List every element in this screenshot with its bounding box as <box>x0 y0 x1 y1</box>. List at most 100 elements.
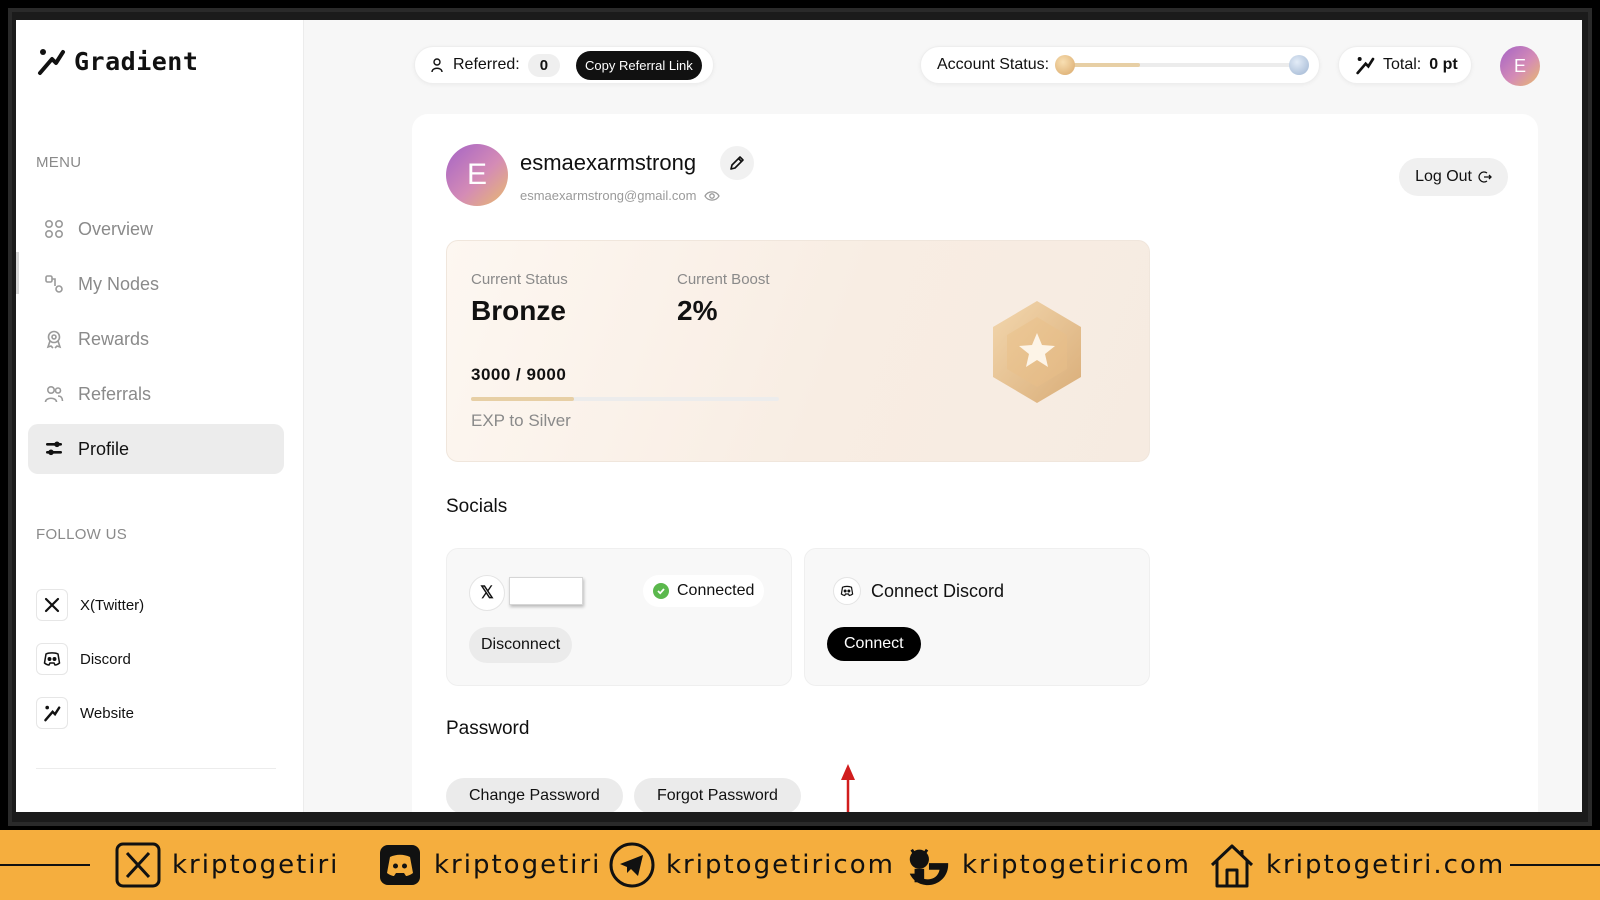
sliders-icon <box>44 439 64 459</box>
current-boost-value: 2% <box>677 295 718 326</box>
profile-card: E esmaexarmstrong esmaexarmstrong@gmail.… <box>412 114 1538 812</box>
profile-avatar: E <box>446 144 508 206</box>
log-out-label: Log Out <box>1415 168 1472 185</box>
app-logo[interactable]: Gradient <box>36 46 198 76</box>
eye-icon[interactable] <box>704 190 721 202</box>
banner-divider <box>1510 864 1600 866</box>
change-password-button[interactable]: Change Password <box>446 778 623 812</box>
red-arrow-annotation-icon <box>841 764 855 812</box>
x-icon <box>114 841 162 889</box>
bronze-star-badge-icon <box>993 301 1081 403</box>
account-status-label: Account Status: <box>937 56 1050 73</box>
sidebar-item-label: Overview <box>78 218 154 239</box>
banner-item-telegram[interactable]: kriptogetiricom <box>608 840 895 890</box>
follow-twitter-link[interactable]: X(Twitter) <box>36 582 276 628</box>
current-status-value: Bronze <box>471 295 566 326</box>
sidebar: Gradient MENU Overview My Nodes Rewards … <box>16 20 304 812</box>
referred-pill: Referred: 0 Copy Referral Link <box>414 46 714 84</box>
nodes-icon <box>44 274 64 294</box>
user-icon <box>431 58 443 73</box>
x-social-card: 𝕏 Connected Disconnect <box>446 548 792 686</box>
socials-title: Socials <box>446 496 508 517</box>
referred-count: 0 <box>527 53 561 77</box>
account-status-pill: Account Status: <box>920 46 1320 84</box>
banner-item-github[interactable]: kriptogetiricom <box>904 840 1191 890</box>
sidebar-item-label: My Nodes <box>78 273 160 294</box>
banner-item-text: kriptogetiricom <box>962 850 1191 880</box>
user-avatar[interactable]: E <box>1500 46 1540 86</box>
connect-discord-button[interactable]: Connect <box>827 627 921 661</box>
sidebar-divider <box>36 768 276 769</box>
connect-discord-title: Connect Discord <box>871 581 1005 601</box>
telegram-icon <box>608 841 656 889</box>
connected-badge: Connected <box>643 575 765 607</box>
sidebar-item-my-nodes[interactable]: My Nodes <box>28 259 284 309</box>
left-edge-marker <box>16 252 19 294</box>
discord-icon <box>833 577 861 605</box>
current-status-label: Current Status <box>471 271 568 288</box>
discord-icon <box>376 841 424 889</box>
log-out-button[interactable]: Log Out <box>1399 158 1508 196</box>
disconnect-button[interactable]: Disconnect <box>469 627 573 663</box>
follow-item-label: Discord <box>80 650 131 668</box>
check-icon <box>653 583 669 599</box>
app-name: Gradient <box>74 46 199 76</box>
total-label: Total: <box>1383 56 1422 73</box>
exp-progress-fill <box>471 397 574 401</box>
sidebar-nav: Overview My Nodes Rewards Referrals Prof… <box>28 204 284 479</box>
account-status-progress <box>1055 55 1310 75</box>
sidebar-item-profile[interactable]: Profile <box>28 424 284 474</box>
grid-icon <box>44 219 64 239</box>
profile-email: esmaexarmstrong@gmail.com <box>520 188 697 203</box>
logout-icon <box>1478 171 1492 183</box>
follow-links: X(Twitter) Discord Website <box>36 582 276 744</box>
x-icon: 𝕏 <box>469 575 505 611</box>
pencil-icon <box>730 156 744 170</box>
promo-banner: kriptogetiri kriptogetiri kriptogetirico… <box>0 830 1600 900</box>
sidebar-item-overview[interactable]: Overview <box>28 204 284 254</box>
current-boost-label: Current Boost <box>677 271 770 288</box>
banner-item-x[interactable]: kriptogetiri <box>114 840 339 890</box>
banner-item-website[interactable]: kriptogetiri.com <box>1208 840 1505 890</box>
redacted-handle <box>509 577 583 605</box>
exp-label: EXP to Silver <box>471 411 571 430</box>
follow-item-label: Website <box>80 704 134 722</box>
github-icon <box>904 841 952 889</box>
total-value: 0 pt <box>1429 56 1458 73</box>
sidebar-item-rewards[interactable]: Rewards <box>28 314 284 364</box>
silver-tier-icon <box>1289 55 1310 75</box>
banner-item-discord[interactable]: kriptogetiri <box>376 840 601 890</box>
gradient-logo-icon <box>38 49 65 75</box>
users-icon <box>44 384 64 404</box>
bronze-tier-icon <box>1055 55 1076 75</box>
menu-label: MENU <box>36 154 82 171</box>
x-icon <box>36 589 68 621</box>
discord-social-card: Connect Discord Connect <box>804 548 1150 686</box>
banner-divider <box>0 864 90 866</box>
home-icon <box>1208 841 1256 889</box>
edit-username-button[interactable] <box>720 146 754 180</box>
forgot-password-button[interactable]: Forgot Password <box>634 778 801 812</box>
total-points-pill: Total: 0 pt <box>1338 46 1472 84</box>
status-card: Current Status Bronze Current Boost 2% 3… <box>446 240 1150 462</box>
follow-item-label: X(Twitter) <box>80 596 145 614</box>
banner-item-text: kriptogetiri <box>434 850 602 880</box>
sidebar-item-referrals[interactable]: Referrals <box>28 369 284 419</box>
profile-email-row: esmaexarmstrong@gmail.com <box>520 188 721 203</box>
follow-website-link[interactable]: Website <box>36 690 276 736</box>
exp-value: 3000 / 9000 <box>471 365 567 384</box>
banner-item-text: kriptogetiricom <box>666 850 895 880</box>
connected-label: Connected <box>677 582 755 599</box>
award-icon <box>44 329 64 349</box>
password-title: Password <box>446 718 530 739</box>
follow-discord-link[interactable]: Discord <box>36 636 276 682</box>
profile-username: esmaexarmstrong <box>520 150 697 175</box>
gradient-logo-icon <box>36 697 68 729</box>
gradient-logo-icon <box>1356 57 1375 75</box>
exp-progress <box>471 397 779 401</box>
banner-item-text: kriptogetiri <box>172 850 340 880</box>
copy-referral-link-button[interactable]: Copy Referral Link <box>576 50 702 80</box>
sidebar-item-label: Referrals <box>78 383 152 404</box>
sidebar-item-label: Profile <box>78 438 130 459</box>
sidebar-item-label: Rewards <box>78 328 150 349</box>
